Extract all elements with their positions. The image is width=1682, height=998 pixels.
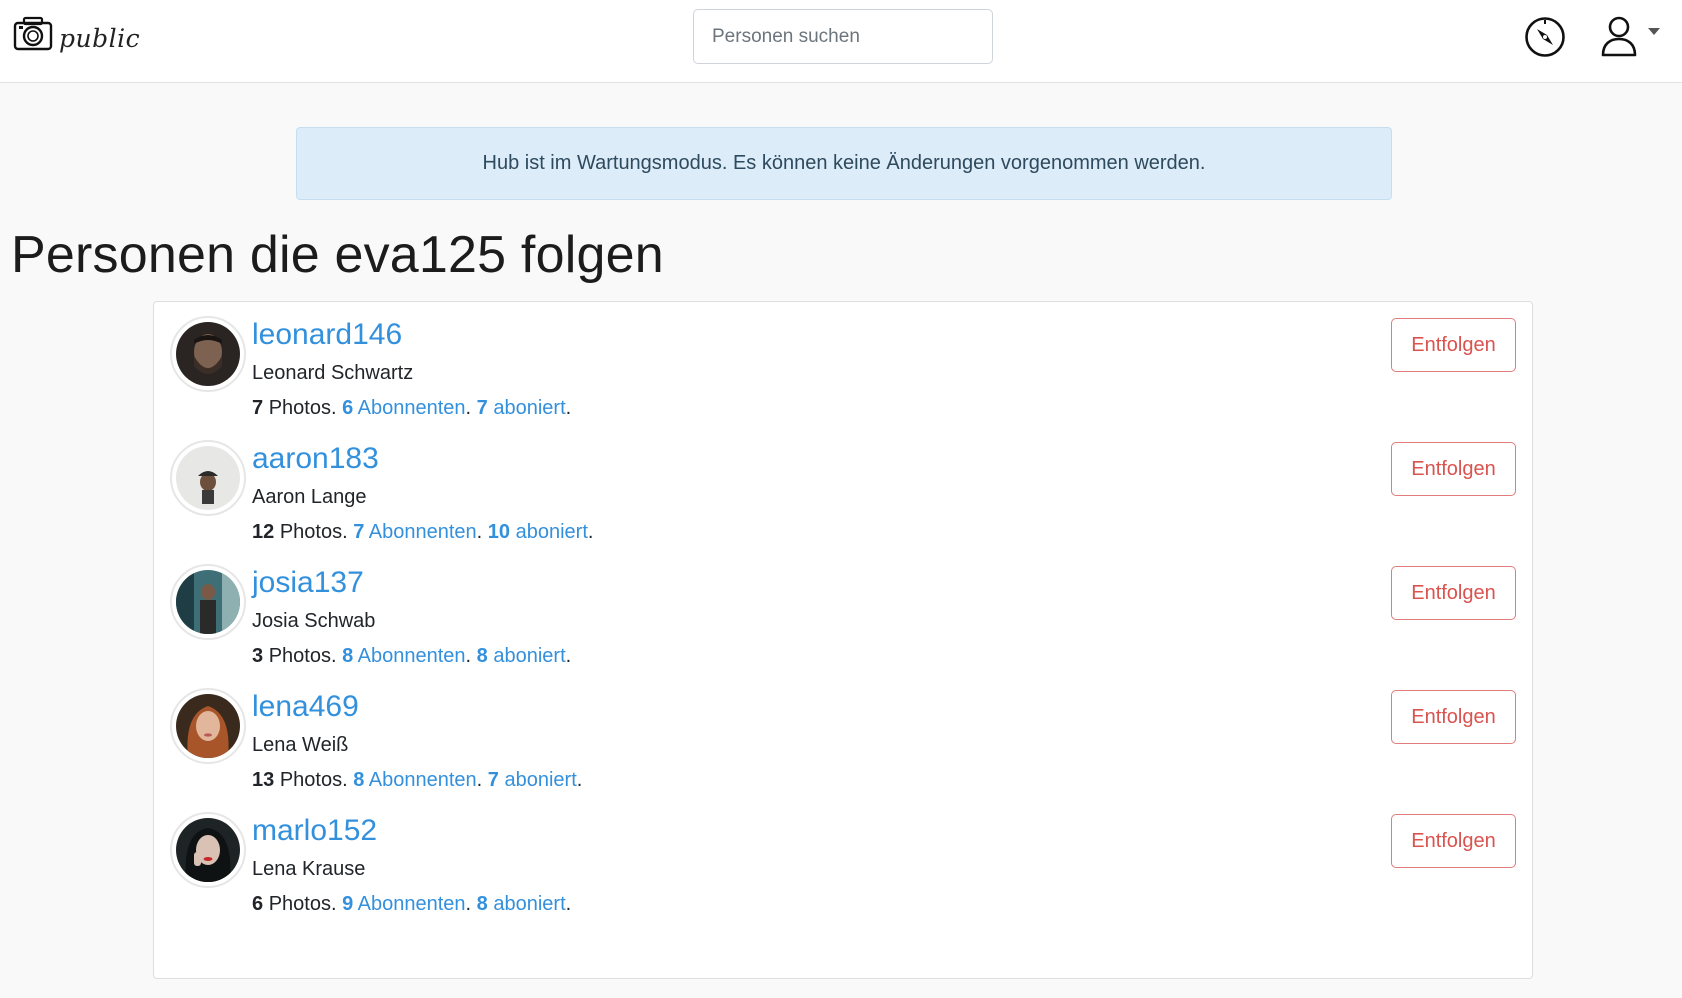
- username-link[interactable]: aaron183: [252, 442, 379, 476]
- camera-icon: [13, 16, 53, 57]
- followers-label: Abonnenten: [357, 645, 466, 667]
- following-count: 10: [487, 521, 511, 543]
- followers-count: 8: [342, 645, 354, 667]
- user-stats: 7 Photos. 6 Abonnenten. 7 aboniert.: [252, 397, 572, 419]
- following-link[interactable]: 8 aboniert: [477, 893, 566, 915]
- photo-count: 7: [252, 397, 264, 419]
- username-link[interactable]: leonard146: [252, 318, 402, 352]
- photo-count: 13: [252, 769, 275, 791]
- username-link[interactable]: josia137: [252, 566, 364, 600]
- avatar-image: [176, 322, 240, 386]
- avatar-image: [176, 694, 240, 758]
- followers-count: 8: [353, 769, 365, 791]
- photos-label: Photos: [279, 521, 343, 543]
- followers-label: Abonnenten: [357, 893, 466, 915]
- photos-label: Photos: [268, 645, 331, 667]
- unfollow-button[interactable]: Entfolgen: [1391, 690, 1516, 744]
- photos-label: Photos: [268, 893, 331, 915]
- user-stats: 13 Photos. 8 Abonnenten. 7 aboniert.: [252, 769, 583, 791]
- maintenance-alert: Hub ist im Wartungsmodus. Es können kein…: [296, 127, 1392, 200]
- following-label: aboniert: [493, 645, 566, 667]
- followers-list: leonard146 Leonard Schwartz 7 Photos. 6 …: [153, 301, 1533, 979]
- full-name: Aaron Lange: [252, 486, 367, 508]
- unfollow-button[interactable]: Entfolgen: [1391, 566, 1516, 620]
- brand-name: public: [59, 24, 141, 53]
- user-stats: 3 Photos. 8 Abonnenten. 8 aboniert.: [252, 645, 572, 667]
- photos-label: Photos: [268, 397, 331, 419]
- following-count: 7: [487, 769, 499, 791]
- chevron-down-icon: [1648, 28, 1660, 35]
- following-count: 8: [476, 893, 488, 915]
- username-link[interactable]: marlo152: [252, 814, 377, 848]
- avatar[interactable]: [170, 316, 246, 392]
- unfollow-button[interactable]: Entfolgen: [1391, 318, 1516, 372]
- avatar[interactable]: [170, 564, 246, 640]
- user-stats: 6 Photos. 9 Abonnenten. 8 aboniert.: [252, 893, 572, 915]
- search-input[interactable]: [693, 9, 993, 64]
- user-menu-button[interactable]: [1600, 15, 1660, 62]
- avatar-image: [176, 570, 240, 634]
- full-name: Josia Schwab: [252, 610, 376, 632]
- followers-link[interactable]: 7 Abonnenten: [353, 521, 476, 543]
- username-link[interactable]: lena469: [252, 690, 359, 724]
- following-link[interactable]: 7 aboniert: [488, 769, 577, 791]
- followers-link[interactable]: 8 Abonnenten: [353, 769, 476, 791]
- brand-logo-link[interactable]: public: [13, 16, 140, 57]
- following-label: aboniert: [515, 521, 588, 543]
- full-name: Lena Weiß: [252, 734, 349, 756]
- list-item: leonard146 Leonard Schwartz 7 Photos. 6 …: [170, 302, 1516, 422]
- photos-label: Photos: [279, 769, 343, 791]
- photo-count: 6: [252, 893, 264, 915]
- compass-icon[interactable]: [1524, 16, 1566, 63]
- following-link[interactable]: 8 aboniert: [477, 645, 566, 667]
- unfollow-button[interactable]: Entfolgen: [1391, 814, 1516, 868]
- followers-count: 9: [342, 893, 354, 915]
- unfollow-button[interactable]: Entfolgen: [1391, 442, 1516, 496]
- followers-count: 7: [353, 521, 365, 543]
- following-count: 7: [476, 397, 488, 419]
- following-label: aboniert: [493, 893, 566, 915]
- following-link[interactable]: 10 aboniert: [488, 521, 588, 543]
- followers-count: 6: [342, 397, 354, 419]
- followers-link[interactable]: 6 Abonnenten: [342, 397, 465, 419]
- following-label: aboniert: [493, 397, 566, 419]
- user-icon: [1600, 15, 1638, 62]
- followers-link[interactable]: 9 Abonnenten: [342, 893, 465, 915]
- list-item: marlo152 Lena Krause 6 Photos. 9 Abonnen…: [170, 798, 1516, 918]
- photo-count: 3: [252, 645, 264, 667]
- list-item: josia137 Josia Schwab 3 Photos. 8 Abonne…: [170, 550, 1516, 670]
- following-count: 8: [476, 645, 488, 667]
- full-name: Lena Krause: [252, 858, 366, 880]
- avatar[interactable]: [170, 440, 246, 516]
- alert-text: Hub ist im Wartungsmodus. Es können kein…: [482, 152, 1206, 174]
- followers-label: Abonnenten: [368, 521, 477, 543]
- followers-label: Abonnenten: [368, 769, 477, 791]
- following-label: aboniert: [504, 769, 577, 791]
- list-item: lena469 Lena Weiß 13 Photos. 8 Abonnente…: [170, 674, 1516, 794]
- photo-count: 12: [252, 521, 275, 543]
- avatar[interactable]: [170, 812, 246, 888]
- list-item: aaron183 Aaron Lange 12 Photos. 7 Abonne…: [170, 426, 1516, 546]
- avatar-image: [176, 818, 240, 882]
- following-link[interactable]: 7 aboniert: [477, 397, 566, 419]
- followers-link[interactable]: 8 Abonnenten: [342, 645, 465, 667]
- top-navbar: public: [0, 0, 1682, 83]
- user-stats: 12 Photos. 7 Abonnenten. 10 aboniert.: [252, 521, 594, 543]
- full-name: Leonard Schwartz: [252, 362, 414, 384]
- page-title: Personen die eva125 folgen: [11, 226, 664, 284]
- followers-label: Abonnenten: [357, 397, 466, 419]
- avatar[interactable]: [170, 688, 246, 764]
- avatar-image: [176, 446, 240, 510]
